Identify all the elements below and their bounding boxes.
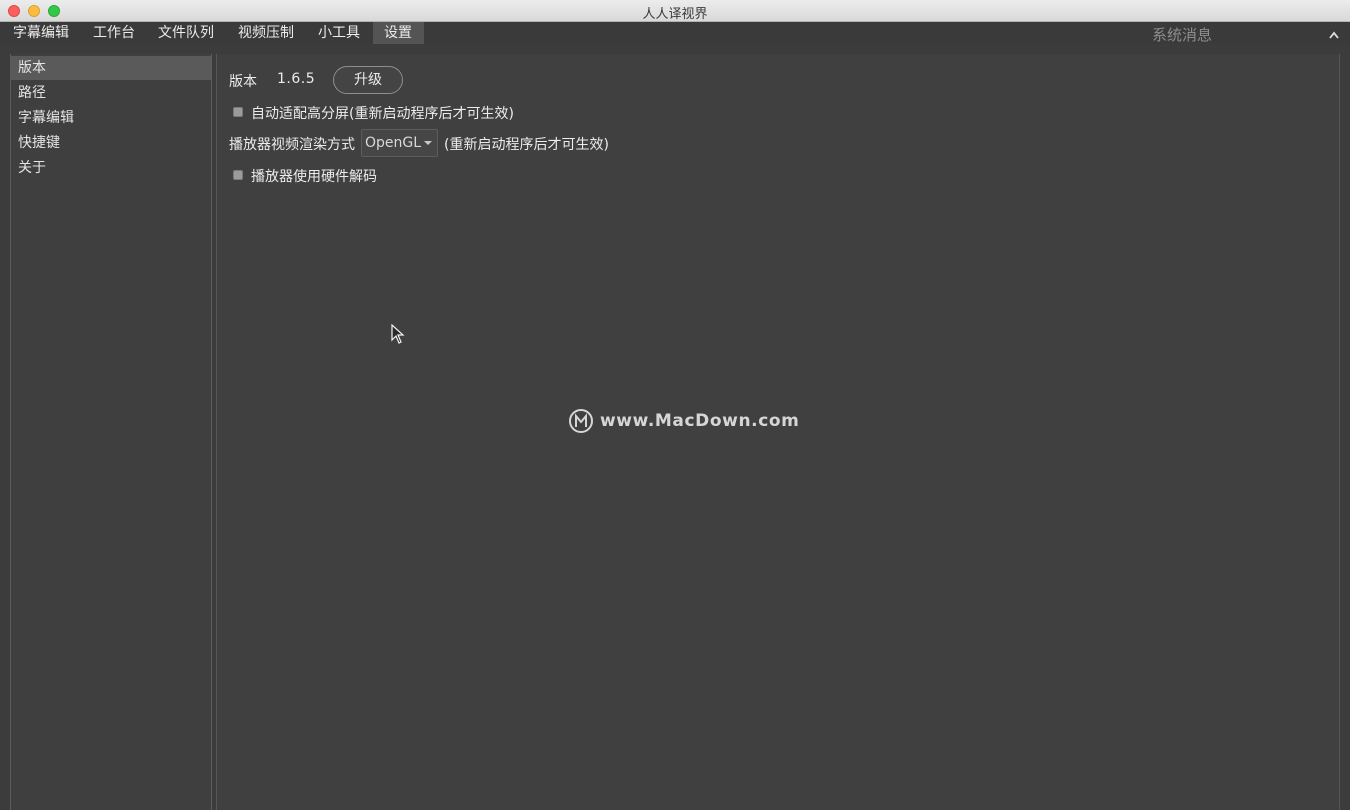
sidebar-item-subtitle-edit[interactable]: 字幕编辑 <box>11 106 211 130</box>
render-mode-select[interactable]: OpenGL <box>361 129 438 157</box>
tab-file-queue[interactable]: 文件队列 <box>153 22 219 44</box>
system-messages-link[interactable]: 系统消息 <box>1152 24 1212 45</box>
watermark: www.MacDown.com <box>568 408 799 434</box>
tab-settings[interactable]: 设置 <box>373 22 424 44</box>
window-title: 人人译视界 <box>642 7 708 22</box>
title-bar: 人人译视界 <box>0 0 1350 22</box>
chevron-up-icon[interactable] <box>1328 30 1340 40</box>
watermark-text: www.MacDown.com <box>600 411 800 431</box>
dropdown-arrow-icon <box>424 141 432 145</box>
hw-decode-label: 播放器使用硬件解码 <box>251 169 377 185</box>
render-mode-value: OpenGL <box>365 135 422 151</box>
sidebar-item-path[interactable]: 路径 <box>11 81 211 105</box>
app-window: 人人译视界 字幕编辑 工作台 文件队列 视频压制 小工具 设置 系统消息 版本 … <box>0 0 1350 810</box>
sidebar-item-about[interactable]: 关于 <box>11 156 211 180</box>
tab-video-compress[interactable]: 视频压制 <box>233 22 299 44</box>
tab-subtitle-edit[interactable]: 字幕编辑 <box>8 22 74 44</box>
version-value: 1.6.5 <box>277 71 316 87</box>
sidebar-item-shortcuts[interactable]: 快捷键 <box>11 131 211 155</box>
render-mode-label: 播放器视频渲染方式 <box>229 137 355 153</box>
hw-decode-checkbox[interactable] <box>233 170 243 180</box>
sidebar-item-version[interactable]: 版本 <box>11 56 211 80</box>
render-mode-note: (重新启动程序后才可生效) <box>444 137 609 153</box>
mouse-pointer-icon <box>391 324 405 344</box>
main-tab-bar: 字幕编辑 工作台 文件队列 视频压制 小工具 设置 系统消息 <box>0 22 1350 44</box>
hidpi-checkbox[interactable] <box>233 107 243 117</box>
tab-tools[interactable]: 小工具 <box>313 22 365 44</box>
version-label: 版本 <box>229 74 257 90</box>
tab-workbench[interactable]: 工作台 <box>88 22 140 44</box>
hidpi-label: 自动适配高分屏(重新启动程序后才可生效) <box>251 106 514 122</box>
settings-sidebar: 版本 路径 字幕编辑 快捷键 关于 <box>10 54 212 810</box>
upgrade-button[interactable]: 升级 <box>333 66 403 94</box>
macdown-logo-icon <box>569 409 593 433</box>
